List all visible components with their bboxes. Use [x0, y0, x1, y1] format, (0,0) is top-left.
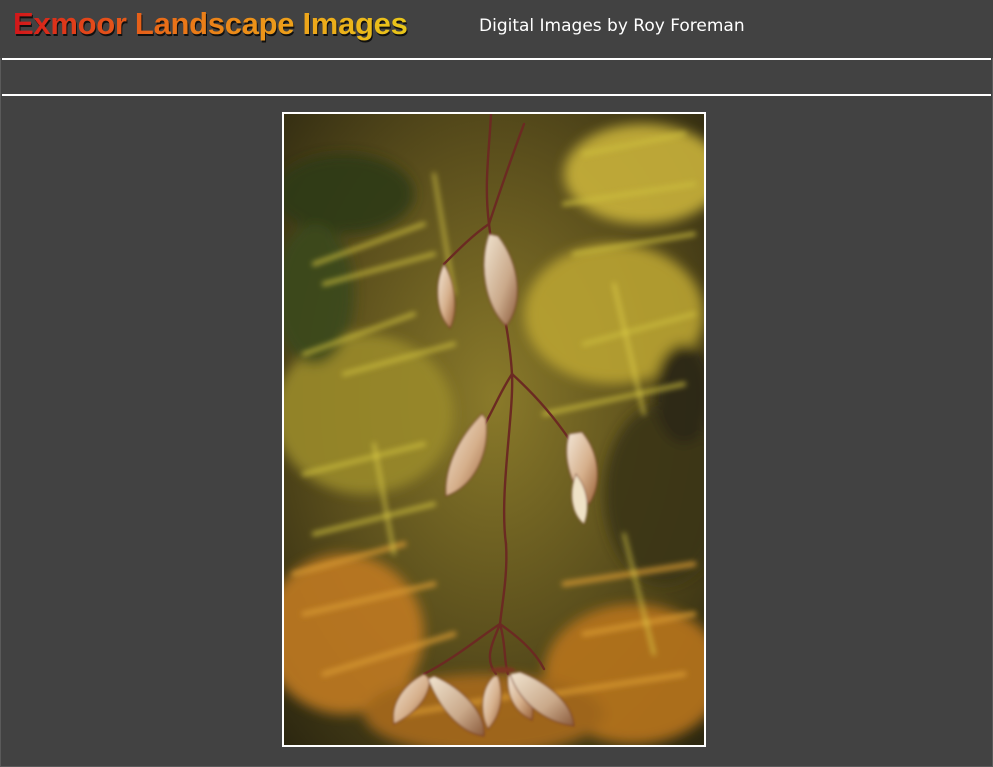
navigation-bar [0, 60, 993, 94]
featured-photo[interactable] [282, 112, 706, 747]
site-title[interactable]: Exmoor Landscape Images [13, 6, 408, 42]
photo-image [284, 114, 704, 745]
site-subtitle: Digital Images by Roy Foreman [479, 16, 745, 36]
site-header: Exmoor Landscape Images Digital Images b… [0, 0, 993, 58]
header-divider-bottom [2, 94, 991, 96]
